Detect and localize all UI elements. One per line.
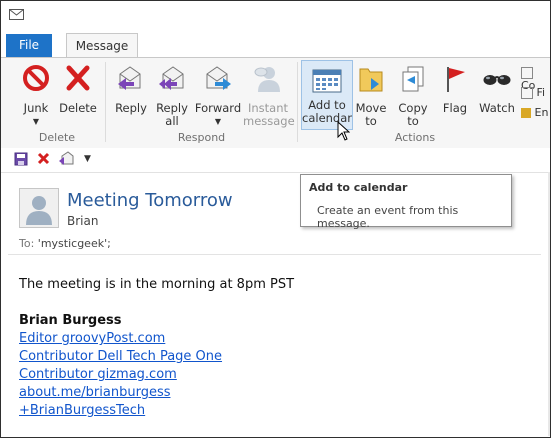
reply-all-small-icon[interactable] — [58, 151, 74, 166]
signature-link[interactable]: about.me/brianburgess — [19, 385, 171, 400]
signature-link[interactable]: Contributor gizmag.com — [19, 367, 177, 382]
header-divider — [8, 254, 541, 255]
forward-icon — [206, 66, 231, 90]
reply-all-label-line1: Reply — [156, 101, 188, 115]
signature-link[interactable]: Editor groovyPost.com — [19, 331, 165, 346]
junk-dropdown-icon[interactable]: ▼ — [17, 115, 55, 128]
delete-label: Delete — [59, 101, 97, 115]
copy-to-label-line1: Copy — [398, 101, 428, 115]
group-respond-label: Respond — [177, 131, 226, 144]
instant-message-label-line2: message — [243, 114, 295, 128]
customize-toolbar-icon[interactable]: ▼ — [84, 154, 91, 164]
find-icon — [521, 87, 533, 99]
junk-icon — [23, 65, 49, 91]
message-body-text: The meeting is in the morning at 8pm PST — [19, 277, 295, 292]
delete-icon[interactable] — [37, 152, 50, 165]
copy-to-button[interactable]: Copy to — [395, 64, 431, 128]
copy-to-label: Copy to — [395, 102, 431, 128]
move-to-label-line1: Move — [355, 101, 387, 115]
group-delete-label: Delete — [38, 131, 76, 144]
reply-all-icon — [159, 66, 184, 90]
junk-label: Junk — [23, 101, 49, 115]
message-subject: Meeting Tomorrow — [67, 190, 233, 211]
instant-message-label-line1: Instant — [247, 101, 289, 115]
small-action-label-3: En — [534, 106, 549, 119]
copy-to-label-line2: to — [407, 114, 419, 128]
signature-name: Brian Burgess — [19, 313, 122, 328]
small-action-button-3[interactable]: En — [521, 106, 550, 120]
contact-icon — [521, 67, 533, 79]
reply-all-label-line2: all — [165, 114, 179, 128]
group-separator — [297, 62, 298, 142]
reply-icon — [118, 66, 141, 90]
envelope-icon — [9, 9, 24, 20]
calendar-icon — [312, 69, 342, 93]
instant-message-label: Instant message — [243, 101, 295, 128]
person-icon — [26, 196, 52, 225]
forward-dropdown-icon[interactable]: ▼ — [194, 115, 242, 128]
delete-button[interactable]: Delete — [59, 64, 97, 124]
tab-message[interactable]: Message — [66, 33, 138, 58]
group-actions-label: Actions — [394, 131, 436, 144]
reply-all-label: Reply all — [152, 102, 192, 128]
small-action-button-2[interactable]: Fi — [521, 86, 550, 100]
save-icon[interactable] — [14, 152, 28, 166]
copy-document-icon — [402, 66, 424, 92]
tooltip: Add to calendar Create an event from thi… — [300, 174, 512, 230]
flag-label: Flag — [442, 101, 468, 115]
forward-button[interactable]: Forward ▼ — [194, 64, 242, 126]
mouse-cursor-icon — [337, 121, 350, 141]
encoding-icon — [521, 108, 531, 118]
signature-link[interactable]: +BrianBurgessTech — [19, 403, 145, 418]
recipient-line: To: 'mysticgeek'; — [19, 237, 111, 250]
forward-label: Forward — [194, 101, 242, 115]
sender-name[interactable]: Brian — [67, 214, 98, 228]
avatar[interactable] — [19, 188, 59, 228]
reply-all-button[interactable]: Reply all — [152, 64, 192, 128]
tab-file[interactable]: File — [6, 34, 52, 57]
flag-button[interactable]: Flag — [437, 64, 473, 124]
to-label: To: — [19, 237, 35, 250]
instant-message-button[interactable]: Instant message — [243, 64, 295, 128]
reply-label: Reply — [115, 101, 147, 115]
move-folder-icon — [359, 68, 383, 92]
group-separator — [105, 62, 106, 142]
move-to-label-line2: to — [365, 114, 377, 128]
flag-icon — [447, 67, 465, 92]
small-action-label-2: Fi — [536, 86, 546, 99]
tooltip-title: Add to calendar — [309, 181, 408, 194]
reply-button[interactable]: Reply — [110, 64, 152, 124]
watch-button[interactable]: Watch — [477, 64, 517, 124]
small-action-button-1[interactable]: Co — [521, 66, 550, 92]
glasses-icon — [483, 75, 511, 85]
delete-x-icon — [66, 65, 90, 91]
title-bar — [1, 1, 550, 31]
junk-button[interactable]: Junk ▼ — [17, 64, 55, 130]
watch-label: Watch — [479, 101, 515, 115]
tooltip-description: Create an event from this message. — [317, 204, 459, 230]
move-to-button[interactable]: Move to — [353, 64, 389, 128]
add-to-calendar-button[interactable]: Add to calendar — [301, 60, 353, 130]
instant-message-icon — [254, 67, 280, 92]
move-to-label: Move to — [353, 102, 389, 128]
add-to-calendar-label-line1: Add to — [308, 98, 346, 112]
signature-link[interactable]: Contributor Dell Tech Page One — [19, 349, 222, 364]
window-edge — [548, 172, 550, 436]
recipient-value[interactable]: 'mysticgeek'; — [38, 237, 111, 250]
